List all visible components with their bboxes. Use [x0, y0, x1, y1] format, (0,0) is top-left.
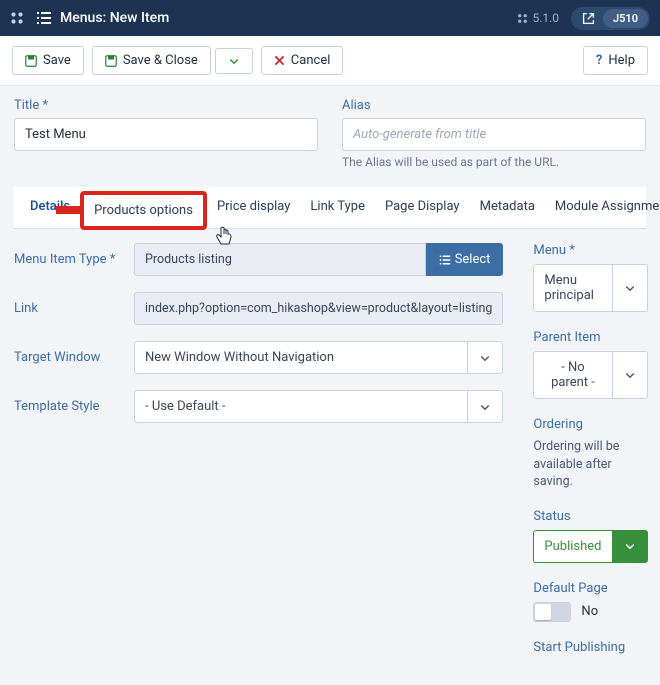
start-publishing-label: Start Publishing [533, 640, 647, 655]
ordering-note: Ordering will be available after saving. [533, 438, 647, 491]
joomla-logo-icon [10, 11, 24, 25]
template-style-select[interactable]: - Use Default - [134, 390, 503, 423]
select-type-button[interactable]: Select [426, 243, 504, 276]
page-title: Menus: New Item [60, 10, 169, 26]
chevron-down-icon [467, 341, 503, 374]
title-input[interactable] [14, 118, 318, 151]
template-style-label: Template Style [14, 399, 124, 414]
save-close-button[interactable]: Save & Close [92, 46, 211, 75]
menu-select[interactable]: Menu principal [533, 264, 647, 312]
chevron-down-icon [467, 390, 503, 423]
cancel-button[interactable]: Cancel [261, 46, 344, 75]
alias-helper: The Alias will be used as part of the UR… [342, 155, 646, 169]
save-icon [25, 55, 37, 67]
save-button[interactable]: Save [12, 46, 84, 75]
tab-module-assignment[interactable]: Module Assignment [545, 187, 660, 228]
title-label: Title * [14, 98, 318, 113]
save-dropdown-button[interactable] [215, 48, 253, 74]
menu-item-type-value: Products listing [134, 243, 426, 276]
tab-metadata[interactable]: Metadata [470, 187, 545, 228]
save-icon [105, 55, 117, 67]
chevron-down-icon [612, 351, 648, 399]
version-text: 5.1.0 [517, 11, 559, 25]
parent-item-select[interactable]: - No parent - [533, 351, 647, 399]
cursor-hand-icon [214, 225, 234, 247]
chevron-down-icon [612, 530, 648, 563]
help-button[interactable]: ? Help [583, 46, 648, 75]
tab-price-display[interactable]: Price display [207, 187, 300, 228]
menu-label: Menu * [533, 243, 647, 258]
close-icon [274, 55, 285, 66]
help-icon: ? [596, 53, 602, 68]
link-label: Link [14, 301, 124, 316]
chevron-down-icon [612, 264, 648, 312]
default-page-value: No [581, 604, 598, 619]
link-value: index.php?option=com_hikashop&view=produ… [134, 292, 503, 325]
tab-link-type[interactable]: Link Type [300, 187, 375, 228]
status-select[interactable]: Published [533, 530, 647, 563]
ordering-label: Ordering [533, 417, 647, 432]
env-badge[interactable]: J510 [571, 7, 650, 30]
target-window-label: Target Window [14, 350, 124, 365]
tab-products-options[interactable]: Products options [80, 191, 207, 230]
list-icon [439, 254, 451, 266]
status-label: Status [533, 509, 647, 524]
tab-page-display[interactable]: Page Display [375, 187, 470, 228]
alias-input[interactable] [342, 118, 646, 151]
chevron-down-icon [228, 55, 240, 67]
target-window-select[interactable]: New Window Without Navigation [134, 341, 503, 374]
parent-item-label: Parent Item [533, 330, 647, 345]
alias-label: Alias [342, 98, 646, 113]
open-external-icon [579, 9, 597, 27]
default-page-label: Default Page [533, 581, 647, 596]
menu-item-type-label: Menu Item Type * [14, 252, 124, 267]
list-icon [36, 10, 52, 26]
default-page-toggle[interactable] [533, 602, 571, 622]
